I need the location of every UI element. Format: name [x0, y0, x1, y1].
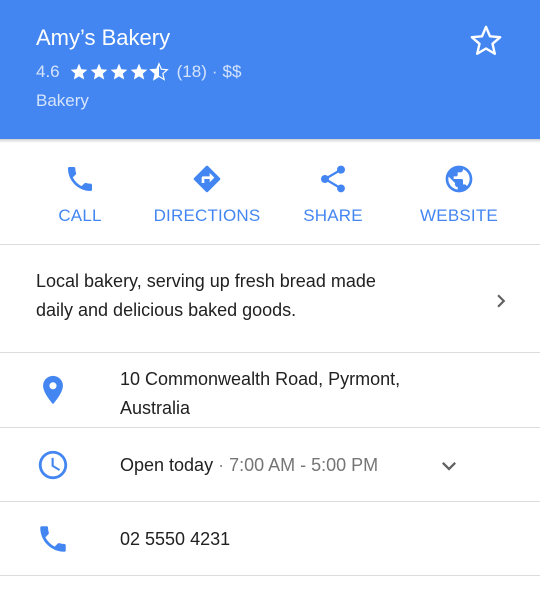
separator-dot: ·: [218, 455, 225, 475]
place-header: Amy’s Bakery 4.6 (18) · $$ Bakery: [0, 0, 540, 139]
review-count: (18): [176, 62, 207, 81]
hours-range: 7:00 AM - 5:00 PM: [229, 455, 379, 475]
place-title: Amy’s Bakery: [36, 25, 171, 50]
share-button[interactable]: SHARE: [273, 143, 393, 243]
address-text: 10 Commonwealth Road, Pyrmont, Australia: [120, 365, 400, 423]
star-outline-icon: [470, 25, 502, 55]
globe-icon: [445, 165, 473, 193]
rating-row: 4.6 (18) · $$: [36, 59, 241, 85]
hours-text: Open today · 7:00 AM - 5:00 PM: [120, 451, 378, 480]
place-category: Bakery: [36, 91, 89, 110]
website-label: WEBSITE: [420, 206, 498, 225]
star-filled-icon: [130, 63, 147, 80]
price-level: $$: [222, 62, 242, 81]
description-line-1: Local bakery, serving up fresh bread mad…: [36, 271, 376, 291]
location-pin-icon: [43, 375, 63, 405]
phone-icon: [68, 167, 92, 191]
chevron-down-icon[interactable]: [435, 452, 463, 480]
separator-dot: ·: [211, 62, 218, 81]
call-label: CALL: [58, 206, 102, 225]
address-row[interactable]: 10 Commonwealth Road, Pyrmont, Australia: [0, 353, 540, 427]
clock-icon: [38, 450, 68, 480]
rating-stars: [69, 62, 169, 82]
open-status: Open today: [120, 455, 214, 475]
star-filled-icon: [70, 63, 87, 80]
share-icon: [321, 165, 345, 193]
address-line-1: 10 Commonwealth Road, Pyrmont,: [120, 369, 401, 389]
divider: [0, 575, 540, 576]
directions-label: DIRECTIONS: [153, 206, 261, 225]
star-filled-icon: [110, 63, 127, 80]
action-bar: CALL DIRECTIONS SHARE WEBSITE: [0, 143, 540, 243]
chevron-right-icon: [497, 294, 506, 308]
star-half-icon: [148, 62, 169, 81]
call-button[interactable]: CALL: [20, 143, 140, 243]
website-button[interactable]: WEBSITE: [399, 143, 519, 243]
address-line-2: Australia: [120, 398, 191, 418]
share-label: SHARE: [303, 206, 363, 225]
phone-icon: [40, 526, 66, 552]
hours-row[interactable]: Open today · 7:00 AM - 5:00 PM: [0, 428, 540, 501]
favorite-button[interactable]: [469, 24, 503, 58]
directions-icon: [193, 165, 221, 193]
star-filled-icon: [90, 63, 107, 80]
description-row[interactable]: Local bakery, serving up fresh bread mad…: [0, 245, 540, 352]
place-description: Local bakery, serving up fresh bread mad…: [36, 267, 456, 325]
description-line-2: daily and delicious baked goods.: [36, 300, 297, 320]
phone-row[interactable]: 02 5550 4231: [0, 502, 540, 575]
phone-number: 02 5550 4231: [120, 529, 231, 549]
directions-button[interactable]: DIRECTIONS: [147, 143, 267, 243]
rating-value: 4.6: [36, 62, 60, 81]
